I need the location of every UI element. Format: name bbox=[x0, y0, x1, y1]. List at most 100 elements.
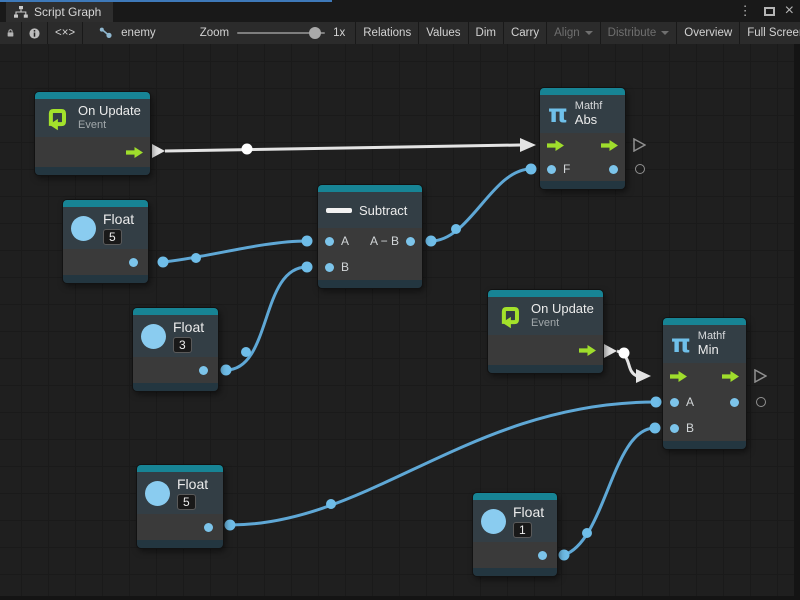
node-footer bbox=[133, 383, 218, 391]
zoom-label: Zoom bbox=[200, 27, 229, 39]
node-color-strip bbox=[35, 92, 150, 99]
info-icon bbox=[29, 27, 40, 40]
carry-button[interactable]: Carry bbox=[504, 22, 547, 44]
distribute-button: Distribute bbox=[601, 22, 678, 44]
graph-zoom-segment: enemy Zoom 1x bbox=[83, 22, 356, 44]
value-output-port[interactable] bbox=[538, 551, 547, 560]
flow-output-port[interactable] bbox=[126, 147, 143, 158]
float-value-field[interactable]: 1 bbox=[513, 522, 532, 538]
value-output-port[interactable] bbox=[199, 366, 208, 375]
node-color-strip bbox=[137, 465, 223, 472]
node-mathf-abs[interactable]: π Mathf Abs F bbox=[540, 88, 625, 189]
loop-arrow-icon bbox=[43, 104, 71, 132]
input-port-b[interactable] bbox=[670, 424, 679, 433]
node-title: On Update bbox=[78, 104, 141, 119]
float-circle-icon bbox=[481, 509, 506, 534]
flow-input-port[interactable] bbox=[670, 371, 687, 382]
node-float-1[interactable]: Float 1 bbox=[473, 493, 557, 576]
node-footer bbox=[318, 280, 422, 288]
node-title: On Update bbox=[531, 302, 594, 317]
close-icon[interactable]: × bbox=[785, 4, 794, 18]
graph-canvas[interactable]: On Update Event Float 5 bbox=[0, 44, 794, 596]
node-color-strip bbox=[488, 290, 603, 297]
node-color-strip bbox=[540, 88, 625, 95]
flow-output-port[interactable] bbox=[601, 140, 618, 151]
float-value-field[interactable]: 5 bbox=[103, 229, 122, 245]
node-float-5-top[interactable]: Float 5 bbox=[63, 200, 148, 283]
wire-float5b-minA bbox=[225, 397, 662, 531]
edit-source-button[interactable]: <×> bbox=[48, 22, 83, 44]
node-float-3[interactable]: Float 3 bbox=[133, 308, 218, 391]
float-value-field[interactable]: 3 bbox=[173, 337, 192, 353]
float-value-field[interactable]: 5 bbox=[177, 494, 196, 510]
values-button[interactable]: Values bbox=[419, 22, 468, 44]
dropdown-arrow-icon bbox=[585, 31, 593, 35]
hierarchy-icon bbox=[14, 6, 28, 18]
lock-button[interactable] bbox=[0, 22, 22, 44]
node-footer bbox=[488, 365, 603, 373]
node-subtitle: Event bbox=[78, 119, 141, 132]
toolbar-buttons: Relations Values Dim Carry Align Distrib… bbox=[356, 22, 800, 44]
window-controls: ⋮ × bbox=[737, 0, 794, 22]
node-color-strip bbox=[318, 185, 422, 192]
maximize-icon[interactable] bbox=[764, 7, 775, 16]
wire-float3-subtractB bbox=[221, 262, 313, 376]
titlebar: Script Graph ⋮ × bbox=[0, 0, 800, 22]
node-footer bbox=[663, 441, 746, 449]
input-label-b: B bbox=[341, 260, 349, 274]
value-output-port[interactable] bbox=[204, 523, 213, 532]
kebab-menu-icon[interactable]: ⋮ bbox=[737, 6, 754, 16]
value-output-port[interactable] bbox=[730, 398, 739, 407]
node-mathf-min[interactable]: π Mathf Min A bbox=[663, 318, 746, 449]
node-supertitle: Mathf bbox=[698, 330, 726, 343]
input-port-f[interactable] bbox=[547, 165, 556, 174]
node-float-5-bottom[interactable]: Float 5 bbox=[137, 465, 223, 548]
flow-output-port[interactable] bbox=[579, 345, 596, 356]
tab-script-graph[interactable]: Script Graph bbox=[6, 2, 113, 22]
subtract-minus-icon bbox=[326, 208, 352, 213]
node-title: Float bbox=[103, 211, 134, 227]
input-label-a: A bbox=[686, 395, 694, 409]
value-output-port[interactable] bbox=[129, 258, 138, 267]
node-title: Float bbox=[177, 476, 208, 492]
unconnected-flow-indicator-icon bbox=[633, 138, 646, 152]
graph-reference-label[interactable]: enemy bbox=[121, 27, 156, 39]
zoom-slider[interactable] bbox=[237, 32, 325, 34]
input-port-b[interactable] bbox=[325, 263, 334, 272]
node-subtract[interactable]: Subtract A A − B B bbox=[318, 185, 422, 288]
value-output-port[interactable] bbox=[609, 165, 618, 174]
float-circle-icon bbox=[71, 216, 96, 241]
tab-label: Script Graph bbox=[34, 5, 101, 19]
node-title: Float bbox=[513, 504, 544, 520]
input-port-a[interactable] bbox=[670, 398, 679, 407]
node-color-strip bbox=[133, 308, 218, 315]
node-title: Abs bbox=[575, 113, 603, 128]
node-footer bbox=[35, 167, 150, 175]
align-button: Align bbox=[547, 22, 601, 44]
flow-output-port[interactable] bbox=[722, 371, 739, 382]
node-supertitle: Mathf bbox=[575, 100, 603, 113]
node-subtitle: Event bbox=[531, 317, 594, 330]
node-title: Subtract bbox=[359, 203, 407, 218]
zoom-slider-handle[interactable] bbox=[309, 27, 321, 39]
float-circle-icon bbox=[145, 481, 170, 506]
dim-button[interactable]: Dim bbox=[469, 22, 504, 44]
flow-input-port[interactable] bbox=[547, 140, 564, 151]
overview-button[interactable]: Overview bbox=[677, 22, 740, 44]
node-footer bbox=[63, 275, 148, 283]
relations-button[interactable]: Relations bbox=[356, 22, 419, 44]
input-port-a[interactable] bbox=[325, 237, 334, 246]
node-color-strip bbox=[473, 493, 557, 500]
wire-float5-subtractA bbox=[158, 236, 313, 268]
info-button[interactable] bbox=[22, 22, 48, 44]
node-on-update-1[interactable]: On Update Event bbox=[35, 92, 150, 175]
wire-flow-update1-abs bbox=[152, 138, 536, 158]
input-label-f: F bbox=[563, 162, 570, 176]
output-label: A − B bbox=[370, 234, 399, 248]
pi-icon: π bbox=[548, 101, 568, 127]
float-circle-icon bbox=[141, 324, 166, 349]
value-output-port[interactable] bbox=[406, 237, 415, 246]
unconnected-value-indicator-icon bbox=[635, 164, 645, 174]
full-screen-button[interactable]: Full Screen bbox=[740, 22, 800, 44]
node-on-update-2[interactable]: On Update Event bbox=[488, 290, 603, 373]
